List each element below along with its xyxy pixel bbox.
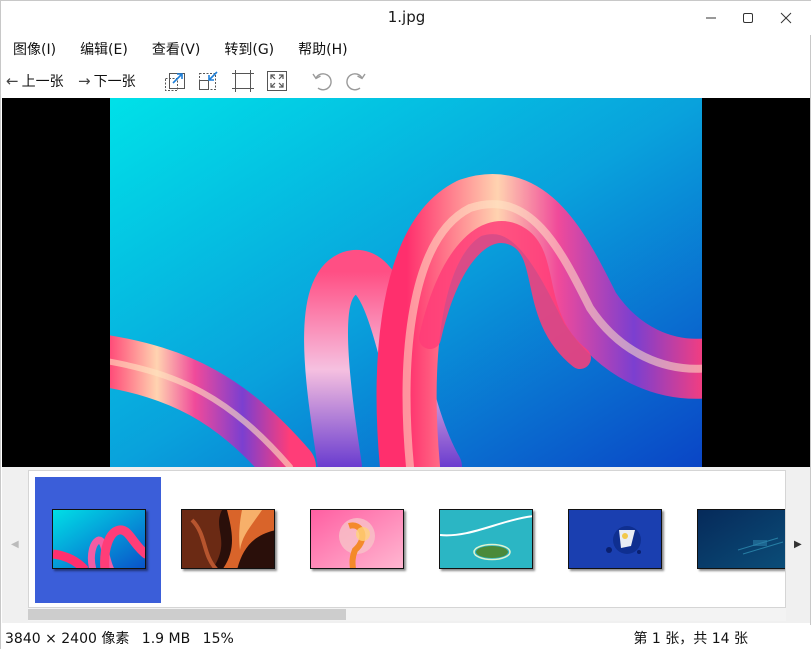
arrow-right-icon: →	[78, 72, 91, 90]
fit-window-icon[interactable]	[231, 69, 255, 93]
thumbnail-image	[310, 509, 404, 569]
thumbnail-item[interactable]	[680, 477, 785, 603]
menu-bar: 图像(I) 编辑(E) 查看(V) 转到(G) 帮助(H)	[1, 38, 360, 62]
arrow-left-icon: ←	[6, 72, 19, 90]
image-info: 3840 × 2400 像素 1.9 MB 15%	[5, 628, 242, 648]
image-dimensions: 3840 × 2400 像素	[5, 631, 130, 647]
zoom-out-icon[interactable]	[197, 69, 221, 93]
close-button[interactable]	[769, 1, 803, 35]
thumbnail-image	[52, 509, 146, 569]
menu-edit[interactable]: 编辑(E)	[68, 38, 140, 62]
menu-image[interactable]: 图像(I)	[1, 38, 68, 62]
scroll-left-icon[interactable]: ◀	[11, 539, 19, 550]
thumbnail-image	[181, 509, 275, 569]
thumbnail-list	[28, 470, 786, 608]
maximize-icon	[743, 13, 753, 23]
zoom-level: 15%	[202, 631, 234, 647]
thumbnail-item[interactable]	[164, 477, 290, 603]
scroll-right-icon[interactable]: ▶	[794, 539, 802, 550]
title-bar: 1.jpg	[1, 1, 811, 35]
minimize-button[interactable]	[694, 1, 728, 35]
thumbnail-image	[439, 509, 533, 569]
menu-view[interactable]: 查看(V)	[140, 38, 213, 62]
thumbnail-scrollbar[interactable]	[28, 608, 786, 621]
image-position: 第 1 张，共 14 张	[633, 631, 748, 647]
zoom-in-icon[interactable]	[163, 69, 187, 93]
previous-image-button[interactable]: ← 上一张	[6, 70, 64, 92]
rotate-left-icon[interactable]	[310, 69, 334, 93]
thumbnail-item[interactable]	[35, 477, 161, 603]
menu-goto[interactable]: 转到(G)	[212, 38, 286, 62]
thumbnail-item[interactable]	[293, 477, 419, 603]
image-canvas[interactable]	[2, 98, 810, 467]
next-image-button[interactable]: → 下一张	[78, 70, 136, 92]
next-label: 下一张	[93, 74, 136, 90]
main-image	[110, 98, 702, 467]
thumbnail-image	[697, 509, 785, 569]
thumbnail-image	[568, 509, 662, 569]
close-icon	[780, 12, 792, 24]
previous-label: 上一张	[21, 74, 64, 90]
scrollbar-thumb[interactable]	[28, 609, 347, 620]
rotate-right-icon[interactable]	[344, 69, 368, 93]
image-viewer-window: 1.jpg 图像(I) 编辑(E) 查看(V) 转到(G) 帮助(H) ← 上一…	[0, 0, 811, 649]
thumbnail-strip: ◀ ▶	[2, 467, 810, 623]
thumbnail-item[interactable]	[551, 477, 677, 603]
menu-help[interactable]: 帮助(H)	[286, 38, 359, 62]
window-title: 1.jpg	[387, 8, 426, 26]
file-size: 1.9 MB	[141, 631, 191, 647]
full-screen-icon[interactable]	[265, 69, 289, 93]
status-bar: 3840 × 2400 像素 1.9 MB 15% 第 1 张，共 14 张	[1, 625, 811, 649]
minimize-icon	[706, 17, 716, 19]
toolbar: ← 上一张 → 下一张	[1, 67, 811, 95]
thumbnail-item[interactable]	[422, 477, 548, 603]
maximize-button[interactable]	[731, 1, 765, 35]
